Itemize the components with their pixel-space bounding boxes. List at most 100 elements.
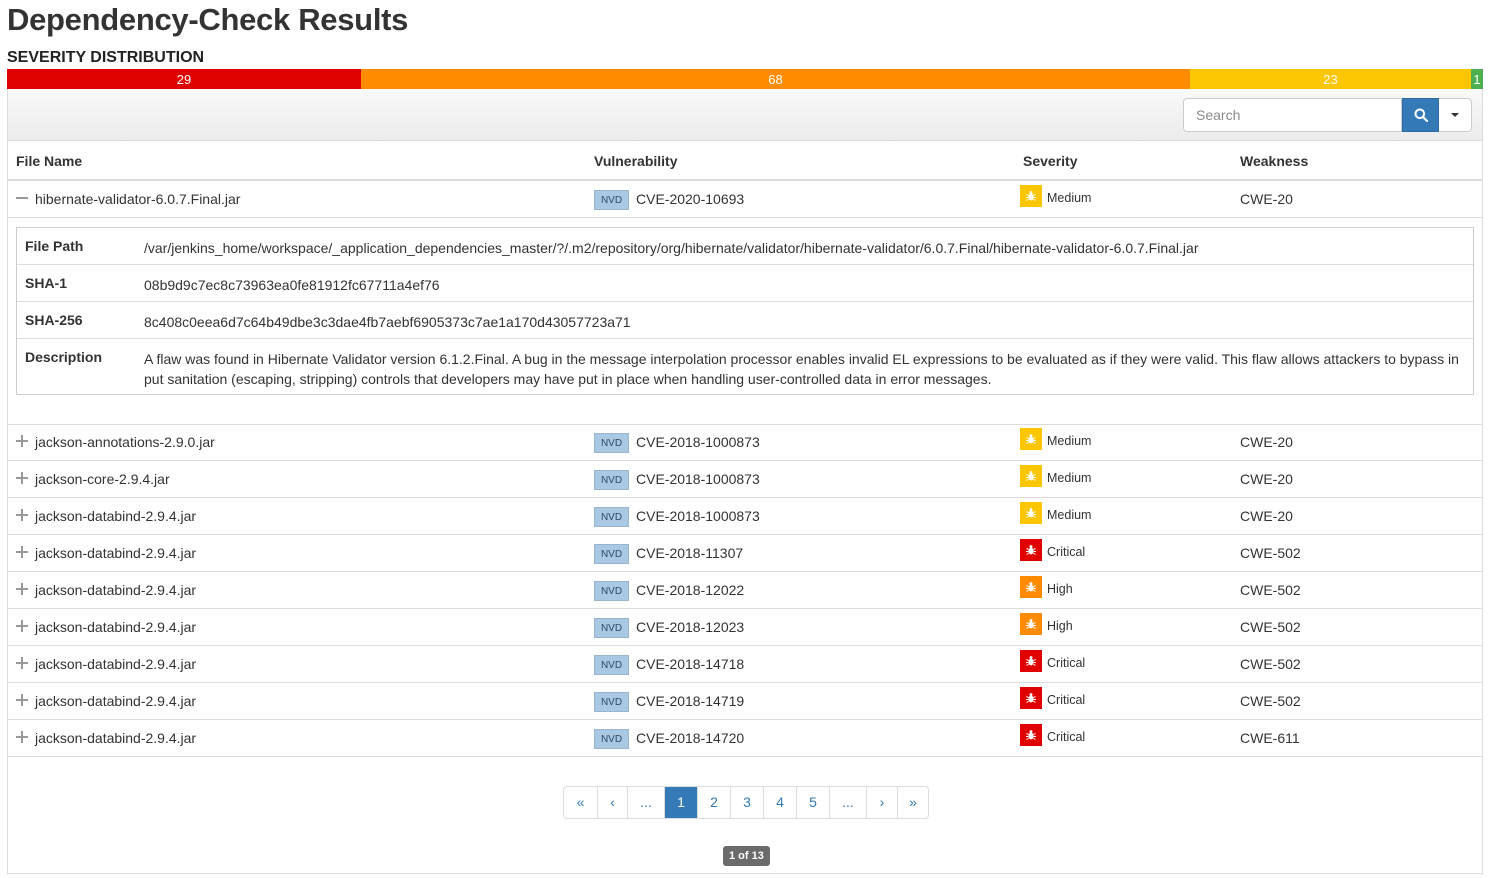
bug-icon [1020,687,1042,709]
search-icon [1414,108,1428,122]
search-options-dropdown[interactable] [1439,98,1472,132]
weakness-id[interactable]: CWE-502 [1240,656,1301,672]
file-name: jackson-databind-2.9.4.jar [35,656,197,672]
table-row[interactable]: jackson-core-2.9.4.jar NVD CVE-2018-100087… [8,461,1482,498]
cve-id[interactable]: CVE-2018-1000873 [636,508,760,524]
detail-label: SHA-256 [25,312,83,328]
results-panel: File Name Vulnerability Severity Weaknes… [7,89,1483,874]
table-toolbar [8,89,1482,141]
severity-bar-high[interactable]: 68 [361,69,1190,89]
severity-label: Critical [1047,693,1086,707]
page-first-button[interactable]: « [564,787,597,818]
table-row[interactable]: jackson-databind-2.9.4.jar NVD CVE-2018-14… [8,683,1482,720]
expand-icon[interactable] [16,546,28,558]
pagination: « ‹ ... 1 2 3 4 5 ... › » [563,786,929,819]
cve-id[interactable]: CVE-2018-12022 [636,582,744,598]
table-row[interactable]: jackson-annotations-2.9.0.jar NVD CVE-2018… [8,424,1482,461]
severity-distribution-bar: 29 68 23 1 [7,69,1483,89]
bug-icon [1020,502,1042,524]
expand-icon[interactable] [16,694,28,706]
weakness-id[interactable]: CWE-502 [1240,582,1301,598]
bug-icon [1020,613,1042,635]
cve-id[interactable]: CVE-2018-14720 [636,730,744,746]
expand-icon[interactable] [16,472,28,484]
weakness-id[interactable]: CWE-502 [1240,693,1301,709]
expand-icon[interactable] [16,509,28,521]
cve-id[interactable]: CVE-2018-1000873 [636,471,760,487]
table-row[interactable]: jackson-databind-2.9.4.jar NVD CVE-2018-14… [8,646,1482,683]
severity-label: Critical [1047,730,1086,744]
bug-icon [1020,724,1042,746]
expand-icon[interactable] [16,657,28,669]
cve-id[interactable]: CVE-2018-12023 [636,619,744,635]
table-row[interactable]: jackson-databind-2.9.4.jar NVD CVE-2018-14… [8,720,1482,757]
table-row[interactable]: jackson-databind-2.9.4.jar NVD CVE-2018-12… [8,572,1482,609]
expand-icon[interactable] [16,435,28,447]
severity-label: Medium [1047,191,1092,205]
table-row[interactable]: hibernate-validator-6.0.7.Final.jar NVD CV… [8,181,1482,218]
file-name: jackson-databind-2.9.4.jar [35,582,197,598]
column-header-file-name[interactable]: File Name [16,153,82,169]
severity-bar-medium[interactable]: 23 [1190,69,1471,89]
cve-id[interactable]: CVE-2020-10693 [636,191,744,207]
severity-label: Medium [1047,434,1092,448]
page-button-3[interactable]: 3 [730,787,763,818]
file-name: jackson-databind-2.9.4.jar [35,508,197,524]
cve-id[interactable]: CVE-2018-14719 [636,693,744,709]
expand-icon[interactable] [16,620,28,632]
collapse-icon[interactable] [16,192,28,204]
expand-icon[interactable] [16,731,28,743]
severity-label: Critical [1047,545,1086,559]
sha256-value: 8c408c0eea6d7c64b49dbe3c3dae4fb7aebf6905… [144,314,631,330]
column-header-weakness[interactable]: Weakness [1240,153,1308,169]
page-button-5[interactable]: 5 [796,787,829,818]
source-badge: NVD [594,507,629,527]
severity-distribution-heading: SEVERITY DISTRIBUTION [7,49,205,66]
source-badge: NVD [594,655,629,675]
page-ellipsis[interactable]: ... [829,787,866,818]
page-button-1[interactable]: 1 [664,787,697,818]
weakness-id[interactable]: CWE-20 [1240,434,1293,450]
file-name: jackson-core-2.9.4.jar [35,471,170,487]
weakness-id[interactable]: CWE-611 [1240,730,1300,746]
severity-label: Medium [1047,471,1092,485]
column-header-severity[interactable]: Severity [1023,153,1077,169]
weakness-id[interactable]: CWE-20 [1240,471,1293,487]
severity-label: High [1047,619,1073,633]
search-button[interactable] [1402,98,1439,132]
weakness-id[interactable]: CWE-502 [1240,619,1301,635]
file-name: hibernate-validator-6.0.7.Final.jar [35,191,241,207]
page-count-badge: 1 of 13 [723,846,770,866]
file-name: jackson-annotations-2.9.0.jar [35,434,215,450]
expand-icon[interactable] [16,583,28,595]
severity-bar-low[interactable]: 1 [1471,69,1483,89]
weakness-id[interactable]: CWE-20 [1240,508,1293,524]
page-button-4[interactable]: 4 [763,787,796,818]
column-header-vulnerability[interactable]: Vulnerability [594,153,678,169]
page-button-2[interactable]: 2 [697,787,730,818]
source-badge: NVD [594,544,629,564]
source-badge: NVD [594,470,629,490]
weakness-id[interactable]: CWE-502 [1240,545,1301,561]
table-row[interactable]: jackson-databind-2.9.4.jar NVD CVE-2018-12… [8,609,1482,646]
table-row[interactable]: jackson-databind-2.9.4.jar NVD CVE-2018-11… [8,535,1482,572]
bug-icon [1020,576,1042,598]
page-next-button[interactable]: › [866,787,897,818]
page-last-button[interactable]: » [897,787,928,818]
severity-bar-critical[interactable]: 29 [7,69,361,89]
table-row[interactable]: jackson-databind-2.9.4.jar NVD CVE-2018-10… [8,498,1482,535]
source-badge: NVD [594,433,629,453]
cve-id[interactable]: CVE-2018-1000873 [636,434,760,450]
bug-icon [1020,465,1042,487]
bug-icon [1020,539,1042,561]
weakness-id[interactable]: CWE-20 [1240,191,1293,207]
cve-id[interactable]: CVE-2018-11307 [636,545,743,561]
page-ellipsis[interactable]: ... [627,787,664,818]
detail-row-sha256: SHA-256 8c408c0eea6d7c64b49dbe3c3dae4fb7… [17,302,1473,339]
description-value: A flaw was found in Hibernate Validator … [144,349,1466,389]
source-badge: NVD [594,692,629,712]
search-input[interactable] [1183,98,1402,132]
page-prev-button[interactable]: ‹ [597,787,627,818]
cve-id[interactable]: CVE-2018-14718 [636,656,744,672]
severity-label: Medium [1047,508,1092,522]
